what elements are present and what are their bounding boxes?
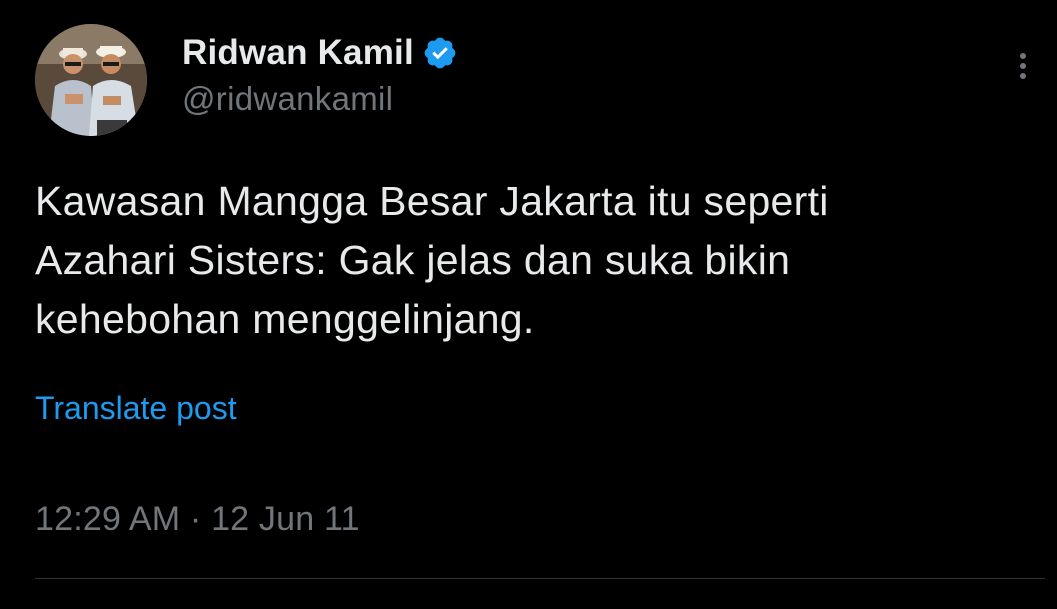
post-text: Kawasan Mangga Besar Jakarta itu seperti… (35, 172, 1045, 349)
post-text-line: Azahari Sisters: Gak jelas dan suka biki… (35, 237, 791, 283)
avatar[interactable] (35, 24, 147, 136)
translate-post-link[interactable]: Translate post (35, 390, 237, 427)
more-vertical-icon[interactable] (1012, 50, 1034, 90)
post-text-line: kehebohan menggelinjang. (35, 296, 535, 342)
avatar-photo (35, 24, 147, 136)
divider (35, 578, 1045, 579)
post-text-line: Kawasan Mangga Besar Jakarta itu seperti (35, 178, 829, 224)
tweet: Ridwan Kamil @ridwankamil Kawasan Mangga… (0, 0, 1057, 609)
author-name-row: Ridwan Kamil (182, 30, 458, 76)
verified-badge-icon (422, 35, 458, 71)
post-timestamp[interactable]: 12:29 AM · 12 Jun 11 (35, 500, 360, 539)
author-display-name[interactable]: Ridwan Kamil (182, 33, 414, 73)
author-handle[interactable]: @ridwankamil (182, 80, 393, 118)
